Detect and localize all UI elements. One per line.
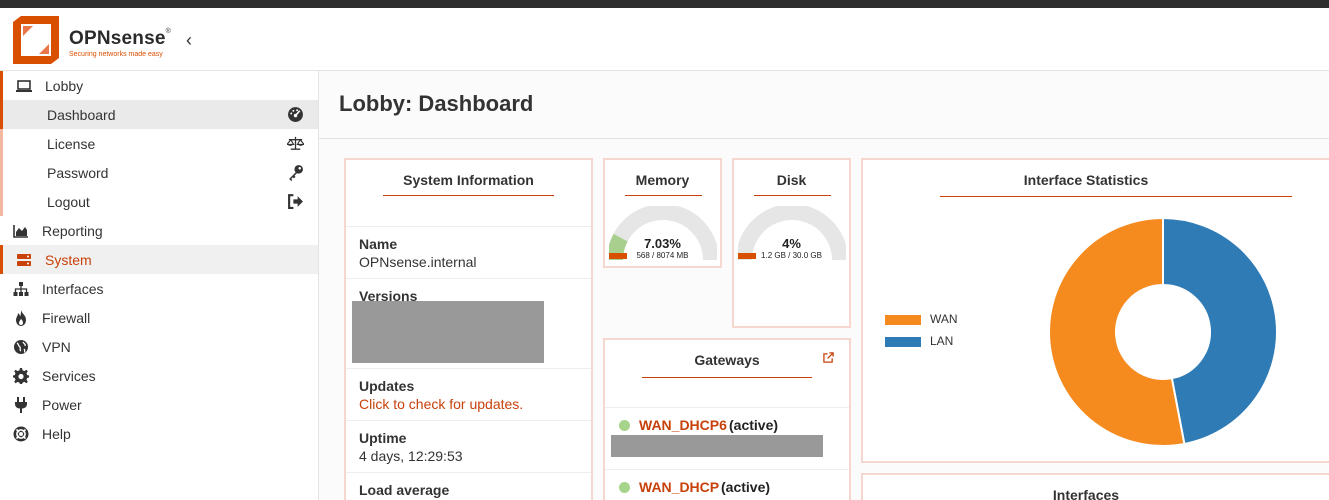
sidebar-item-label: VPN [42, 338, 71, 355]
sidebar-item-power[interactable]: Power [0, 390, 318, 419]
widget-title-underline [642, 377, 812, 378]
info-row-load-average: Load average [346, 472, 591, 500]
sidebar-item-label: System [45, 251, 92, 268]
interfaces-widget: Interfaces [861, 473, 1329, 500]
widget-title-underline [754, 195, 831, 196]
sidebar-item-label: Lobby [45, 77, 84, 94]
gateway-name-link[interactable]: WAN_DHCP [639, 479, 719, 495]
info-row-uptime: Uptime 4 days, 12:29:53 [346, 420, 591, 472]
widget-title: Interfaces [1052, 487, 1120, 500]
plug-icon [0, 396, 42, 413]
key-icon [289, 165, 303, 181]
sidebar-item-label: Help [42, 425, 71, 442]
interface-statistics-donut-chart [1048, 216, 1278, 447]
external-link-icon[interactable] [823, 352, 834, 363]
widget-title: Disk [776, 172, 807, 188]
system-information-widget: System Information Name OPNsense.interna… [344, 158, 593, 500]
fire-icon [0, 309, 42, 326]
laptop-icon [3, 78, 45, 94]
info-row-updates: Updates Click to check for updates. [346, 368, 591, 420]
cog-icon [0, 367, 42, 384]
legend-label-wan[interactable]: WAN [930, 312, 958, 326]
gateway-status-dot [619, 482, 630, 493]
info-label: Name [359, 236, 398, 252]
sidebar-subitem-label: Password [47, 164, 109, 181]
check-updates-link[interactable]: Click to check for updates. [359, 396, 591, 412]
sidebar-item-services[interactable]: Services [0, 361, 318, 390]
info-label: Updates [359, 378, 415, 394]
sidebar-item-lobby[interactable]: Lobby [0, 71, 318, 100]
gateway-row: WAN_DHCP (active) [605, 469, 849, 500]
sidebar-item-help[interactable]: Help [0, 419, 318, 448]
memory-percent: 7.03% [644, 236, 681, 251]
info-label: Load average [359, 482, 450, 498]
disk-widget: Disk 4% 1.2 GB / 30.0 GB [732, 158, 851, 328]
sidebar-item-label: Interfaces [42, 280, 104, 297]
redacted-gateway-address [611, 435, 823, 457]
title-divider [319, 138, 1329, 139]
chevron-left-icon[interactable]: ‹ [186, 30, 202, 50]
dashboard-gauge-icon [288, 107, 303, 122]
widget-title: System Information [403, 172, 534, 188]
sidebar-item-system[interactable]: System [0, 245, 318, 274]
info-label: Uptime [359, 430, 407, 446]
memory-usage: 568 / 8074 MB [636, 251, 689, 260]
disk-percent: 4% [782, 236, 801, 251]
header-bar: OPNsense® Securing networks made easy ‹ [0, 8, 1329, 71]
sidebar-item-label: Power [42, 396, 82, 413]
gateway-row: WAN_DHCP6 (active) [605, 407, 849, 469]
info-value: OPNsense.internal [359, 254, 477, 270]
memory-widget: Memory 7.03% 568 / 8074 MB [603, 158, 722, 268]
sidebar-subitem-dashboard[interactable]: Dashboard [0, 100, 318, 129]
sitemap-icon [0, 281, 42, 297]
sidebar-item-interfaces[interactable]: Interfaces [0, 274, 318, 303]
gateway-name-link[interactable]: WAN_DHCP6 [639, 417, 727, 433]
sidebar-subitem-license[interactable]: License [0, 129, 318, 158]
sidebar-item-label: Services [42, 367, 96, 384]
widget-title-underline [383, 195, 554, 196]
opnsense-logo-icon[interactable] [11, 16, 61, 64]
donut-slice-lan[interactable] [1162, 216, 1278, 446]
interface-statistics-widget: Interface Statistics WAN LAN [861, 158, 1329, 463]
sidebar-item-firewall[interactable]: Firewall [0, 303, 318, 332]
sidebar-item-label: Reporting [42, 222, 103, 239]
sidebar: Lobby Dashboard License Password Logout … [0, 71, 319, 500]
legend-label-lan[interactable]: LAN [930, 334, 953, 348]
globe-icon [0, 339, 42, 355]
gateways-widget: Gateways WAN_DHCP6 (active) WAN_DHCP (ac… [603, 338, 851, 500]
sidebar-subitem-label: Logout [47, 193, 90, 210]
widget-title-underline [625, 195, 702, 196]
info-row-name: Name OPNsense.internal [346, 226, 591, 278]
gateway-status: (active) [729, 417, 779, 433]
area-chart-icon [0, 223, 42, 239]
gateway-status: (active) [721, 479, 771, 495]
widget-title: Gateways [694, 352, 760, 368]
sidebar-item-vpn[interactable]: VPN [0, 332, 318, 361]
balance-scale-icon [287, 136, 304, 150]
sidebar-subitem-password[interactable]: Password [0, 158, 318, 187]
sidebar-item-label: Firewall [42, 309, 91, 326]
legend-swatch-lan [885, 337, 921, 347]
server-icon [3, 252, 45, 268]
gateway-status-dot [619, 420, 630, 431]
redacted-versions-block [352, 301, 544, 363]
sidebar-subitem-label: Dashboard [47, 106, 116, 123]
top-strip [0, 0, 1329, 8]
sidebar-subitem-label: License [47, 135, 96, 152]
sidebar-item-reporting[interactable]: Reporting [0, 216, 318, 245]
sidebar-subitem-logout[interactable]: Logout [0, 187, 318, 216]
widget-title: Memory [635, 172, 690, 188]
widget-title-underline [940, 196, 1292, 197]
info-value: 4 days, 12:29:53 [359, 448, 463, 464]
main-content: Lobby: Dashboard System Information Name… [319, 71, 1329, 500]
legend-swatch-wan [885, 315, 921, 325]
sign-out-icon [288, 194, 303, 209]
brand-tagline: Securing networks made easy [69, 51, 163, 58]
widget-title: Interface Statistics [1023, 172, 1149, 188]
life-ring-icon [0, 426, 42, 442]
brand-name: OPNsense® [69, 28, 172, 49]
page-title: Lobby: Dashboard [339, 91, 534, 116]
disk-usage: 1.2 GB / 30.0 GB [761, 251, 822, 260]
